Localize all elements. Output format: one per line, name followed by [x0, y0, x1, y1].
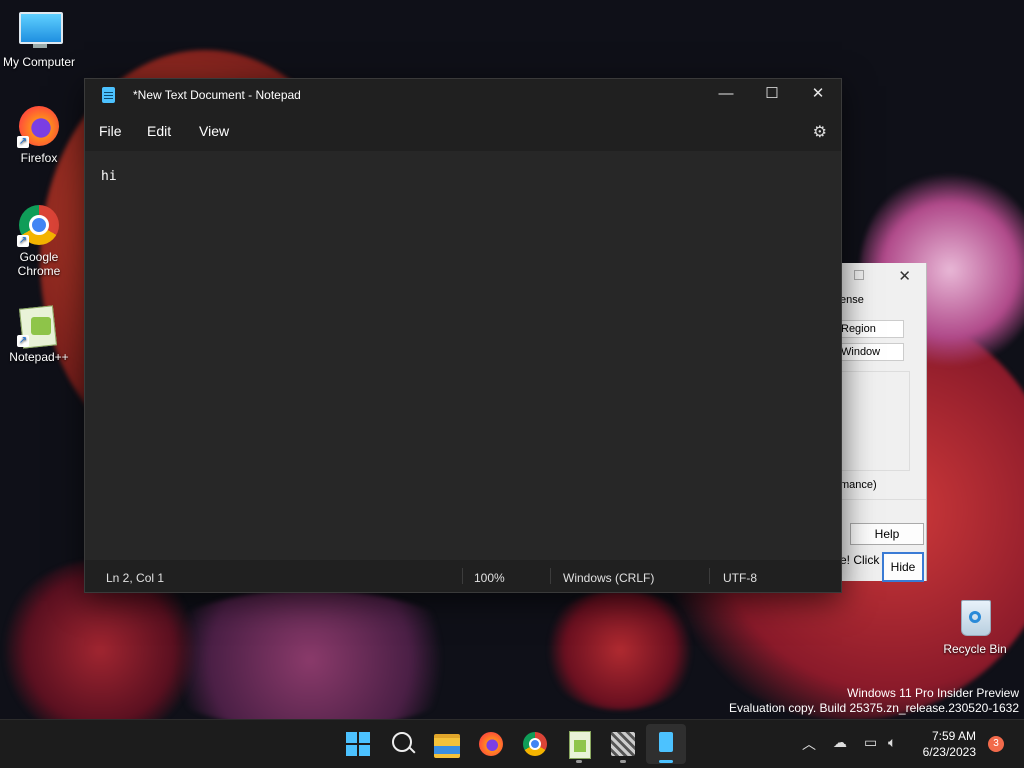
volume-icon[interactable]: 🔈︎: [888, 734, 896, 751]
firefox-icon: ↗: [17, 104, 61, 148]
desktop-icon-chrome[interactable]: ↗ Google Chrome: [1, 203, 77, 278]
notepad-plus-plus-taskbar-button[interactable]: [563, 728, 595, 763]
cloud-off-icon[interactable]: ☁: [833, 734, 847, 751]
taskbar: ︿ ☁ ▭ 🔈︎ 7:59 AM 6/23/2023 3: [0, 719, 1024, 768]
status-bar: Ln 2, Col 1 100% Windows (CRLF) UTF-8: [85, 560, 841, 592]
gear-icon[interactable]: ⚙: [813, 122, 827, 142]
watermark-build: Evaluation copy. Build 25375.zn_release.…: [729, 701, 1019, 715]
shortcut-arrow-icon: ↗: [17, 136, 29, 148]
dialog-label: ense: [840, 294, 864, 306]
clock-time: 7:59 AM: [931, 729, 976, 743]
notepad-window: *New Text Document - Notepad — ☐ ✕ File …: [84, 78, 842, 593]
background-dialog: ✕ ense Region Window mance) Help e! Clic…: [840, 263, 927, 582]
hide-button[interactable]: Hide: [882, 552, 924, 582]
running-indicator: [620, 760, 626, 763]
desktop-icon-recycle-bin[interactable]: Recycle Bin: [940, 598, 1010, 656]
editor-text: hi: [101, 169, 117, 184]
desktop-icon-label: Recycle Bin: [943, 642, 1007, 656]
menu-bar: File Edit View ⚙: [85, 111, 841, 151]
app-icon: [611, 732, 635, 756]
file-explorer-button[interactable]: [431, 728, 463, 760]
monitor-icon: [17, 8, 63, 52]
desktop-icon-label: Google Chrome: [17, 250, 61, 278]
desktop-icon-notepad-plus-plus[interactable]: ↗ Notepad++: [1, 303, 77, 364]
status-separator: [550, 568, 551, 584]
start-button[interactable]: [342, 728, 374, 760]
clock-date: 6/23/2023: [922, 745, 976, 759]
menu-edit[interactable]: Edit: [147, 123, 171, 139]
minimize-button[interactable]: —: [703, 79, 749, 111]
notepad-title-bar[interactable]: *New Text Document - Notepad — ☐ ✕: [85, 79, 841, 111]
dialog-text: mance): [840, 479, 877, 491]
firefox-taskbar-button[interactable]: [475, 728, 507, 760]
dialog-hint-text: e! Click: [840, 553, 880, 567]
window-field[interactable]: Window: [840, 343, 904, 361]
dialog-restore-button[interactable]: [854, 270, 864, 280]
running-indicator: [576, 760, 582, 763]
search-button[interactable]: [387, 728, 419, 760]
shortcut-arrow-icon: ↗: [17, 335, 29, 347]
dialog-list-box[interactable]: [840, 371, 910, 471]
status-encoding: UTF-8: [723, 571, 757, 585]
recycle-bin-icon: [959, 598, 991, 636]
menu-file[interactable]: File: [99, 123, 122, 139]
close-button[interactable]: ✕: [795, 79, 841, 111]
status-cursor-position: Ln 2, Col 1: [106, 571, 165, 585]
active-indicator: [659, 760, 673, 763]
desktop-icon-firefox[interactable]: ↗ Firefox: [1, 104, 77, 165]
status-separator: [462, 568, 463, 584]
status-line-ending: Windows (CRLF): [563, 571, 655, 585]
desktop-icon-my-computer[interactable]: My Computer: [1, 8, 77, 69]
status-separator: [709, 568, 710, 584]
notepad-plus-plus-icon: ↗: [17, 303, 61, 349]
notepad-icon: [659, 732, 673, 752]
status-zoom: 100%: [474, 571, 505, 585]
window-title: *New Text Document - Notepad: [133, 88, 301, 102]
divider: [840, 499, 926, 500]
notification-badge[interactable]: 3: [988, 736, 1004, 752]
maximize-button[interactable]: ☐: [749, 79, 795, 111]
desktop-icon-label: Firefox: [20, 151, 58, 165]
menu-view[interactable]: View: [199, 123, 229, 139]
chevron-up-icon[interactable]: ︿: [802, 734, 816, 754]
region-field[interactable]: Region: [840, 320, 904, 338]
windows-logo-icon: [346, 732, 370, 756]
desktop-icon-label: My Computer: [2, 55, 76, 69]
watermark-edition: Windows 11 Pro Insider Preview: [847, 686, 1019, 700]
clock[interactable]: 7:59 AM 6/23/2023: [923, 728, 976, 760]
text-editor-area[interactable]: hi: [85, 151, 841, 560]
windows-watermark: Windows 11 Pro Insider Preview Evaluatio…: [729, 686, 1019, 716]
network-icon[interactable]: ▭: [864, 734, 877, 751]
chrome-icon: ↗: [17, 203, 61, 247]
chrome-taskbar-button[interactable]: [519, 728, 551, 760]
shortcut-arrow-icon: ↗: [17, 235, 29, 247]
firefox-icon: [479, 732, 503, 756]
app-taskbar-button[interactable]: [607, 728, 639, 763]
dialog-close-button[interactable]: ✕: [898, 267, 911, 285]
notepad-taskbar-button[interactable]: [646, 724, 686, 764]
help-button[interactable]: Help: [850, 523, 924, 545]
desktop-icon-label: Notepad++: [9, 350, 69, 364]
notepad-app-icon: [102, 87, 115, 103]
